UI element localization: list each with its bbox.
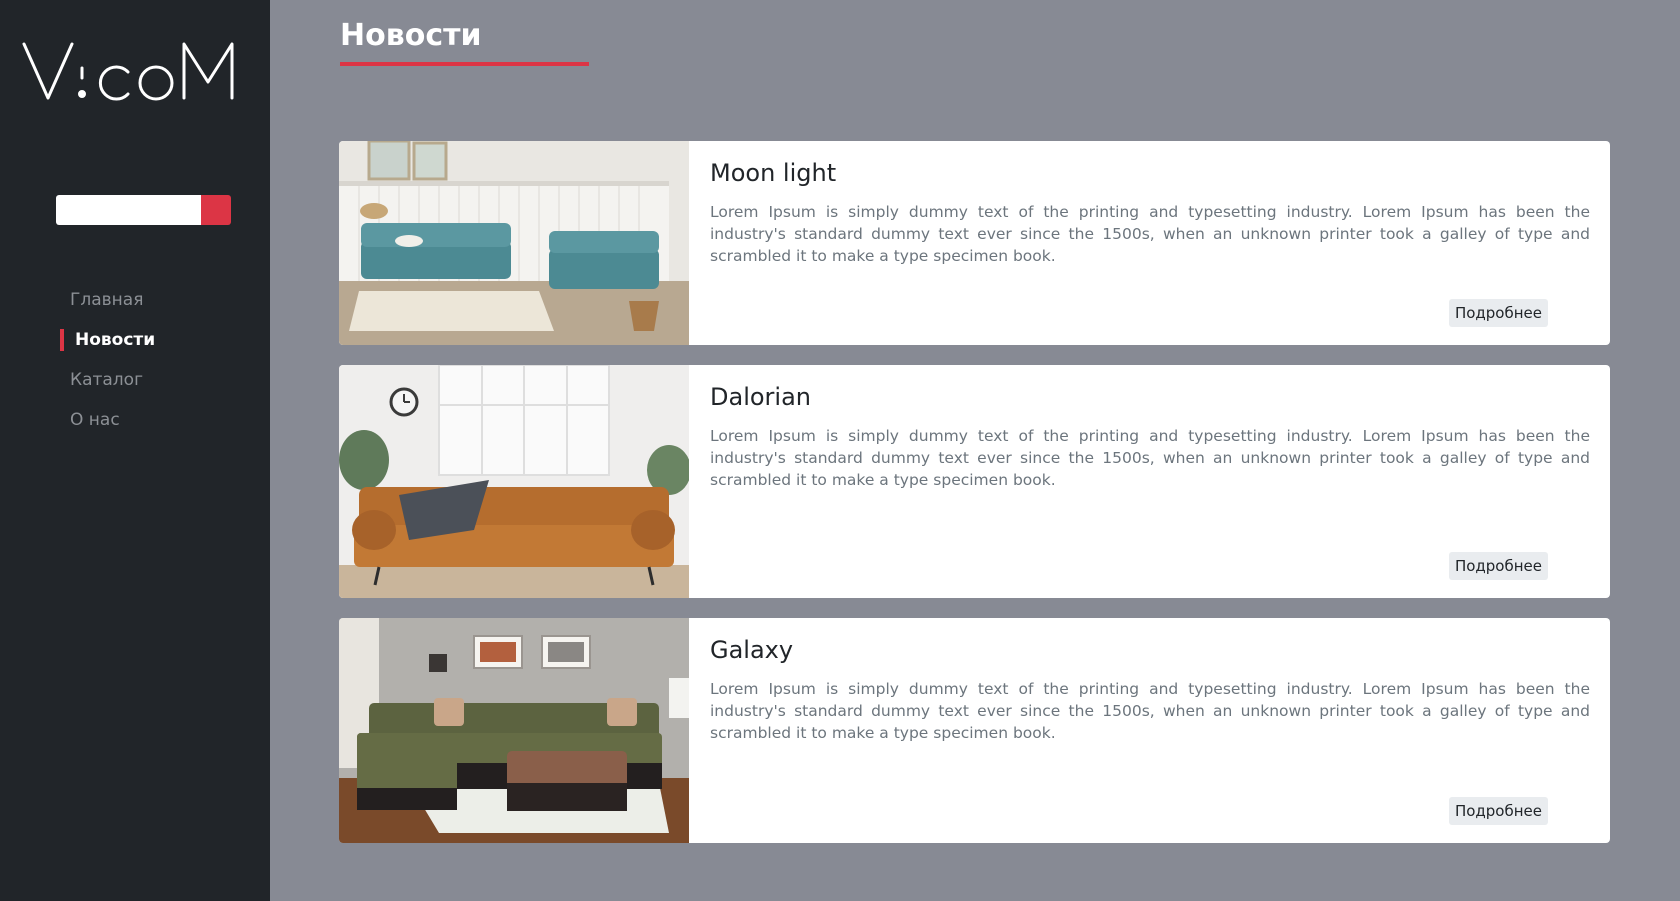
news-title[interactable]: Dalorian [710, 383, 1590, 411]
search-form [56, 195, 231, 225]
nav-item-home[interactable]: Главная [60, 287, 155, 327]
more-button[interactable]: Подробнее [1448, 299, 1548, 327]
olive-sectional-image-icon [339, 618, 689, 843]
news-text: Lorem Ipsum is simply dummy text of the … [710, 680, 1590, 742]
leather-sofa-image-icon [339, 365, 689, 598]
news-card-body: Dalorian Lorem Ipsum is simply dummy tex… [689, 365, 1610, 598]
search-input[interactable] [56, 195, 201, 225]
news-text: Lorem Ipsum is simply dummy text of the … [710, 203, 1590, 265]
sidebar: Главная Новости Каталог О нас [0, 0, 270, 901]
page-title: Новости [340, 18, 482, 53]
news-image[interactable] [339, 618, 689, 843]
nav-item-about[interactable]: О нас [60, 407, 155, 447]
news-card-body: Moon light Lorem Ipsum is simply dummy t… [689, 141, 1610, 345]
sidebar-nav: Главная Новости Каталог О нас [60, 287, 155, 447]
more-button[interactable]: Подробнее [1448, 797, 1548, 825]
logo[interactable] [20, 38, 252, 108]
news-title[interactable]: Moon light [710, 159, 1590, 187]
nav-item-catalog[interactable]: Каталог [60, 367, 155, 407]
vicom-logo-icon [22, 42, 234, 101]
title-underline [340, 62, 589, 66]
news-text: Lorem Ipsum is simply dummy text of the … [710, 427, 1590, 489]
nav-item-news[interactable]: Новости [60, 327, 155, 367]
news-card: Moon light Lorem Ipsum is simply dummy t… [339, 141, 1610, 345]
news-image[interactable] [339, 365, 689, 598]
news-title[interactable]: Galaxy [710, 636, 1590, 664]
news-card-body: Galaxy Lorem Ipsum is simply dummy text … [689, 618, 1610, 843]
search-button[interactable] [201, 195, 231, 225]
news-card: Galaxy Lorem Ipsum is simply dummy text … [339, 618, 1610, 843]
teal-sofa-image-icon [339, 141, 689, 345]
news-image[interactable] [339, 141, 689, 345]
more-button[interactable]: Подробнее [1448, 552, 1548, 580]
news-card: Dalorian Lorem Ipsum is simply dummy tex… [339, 365, 1610, 598]
